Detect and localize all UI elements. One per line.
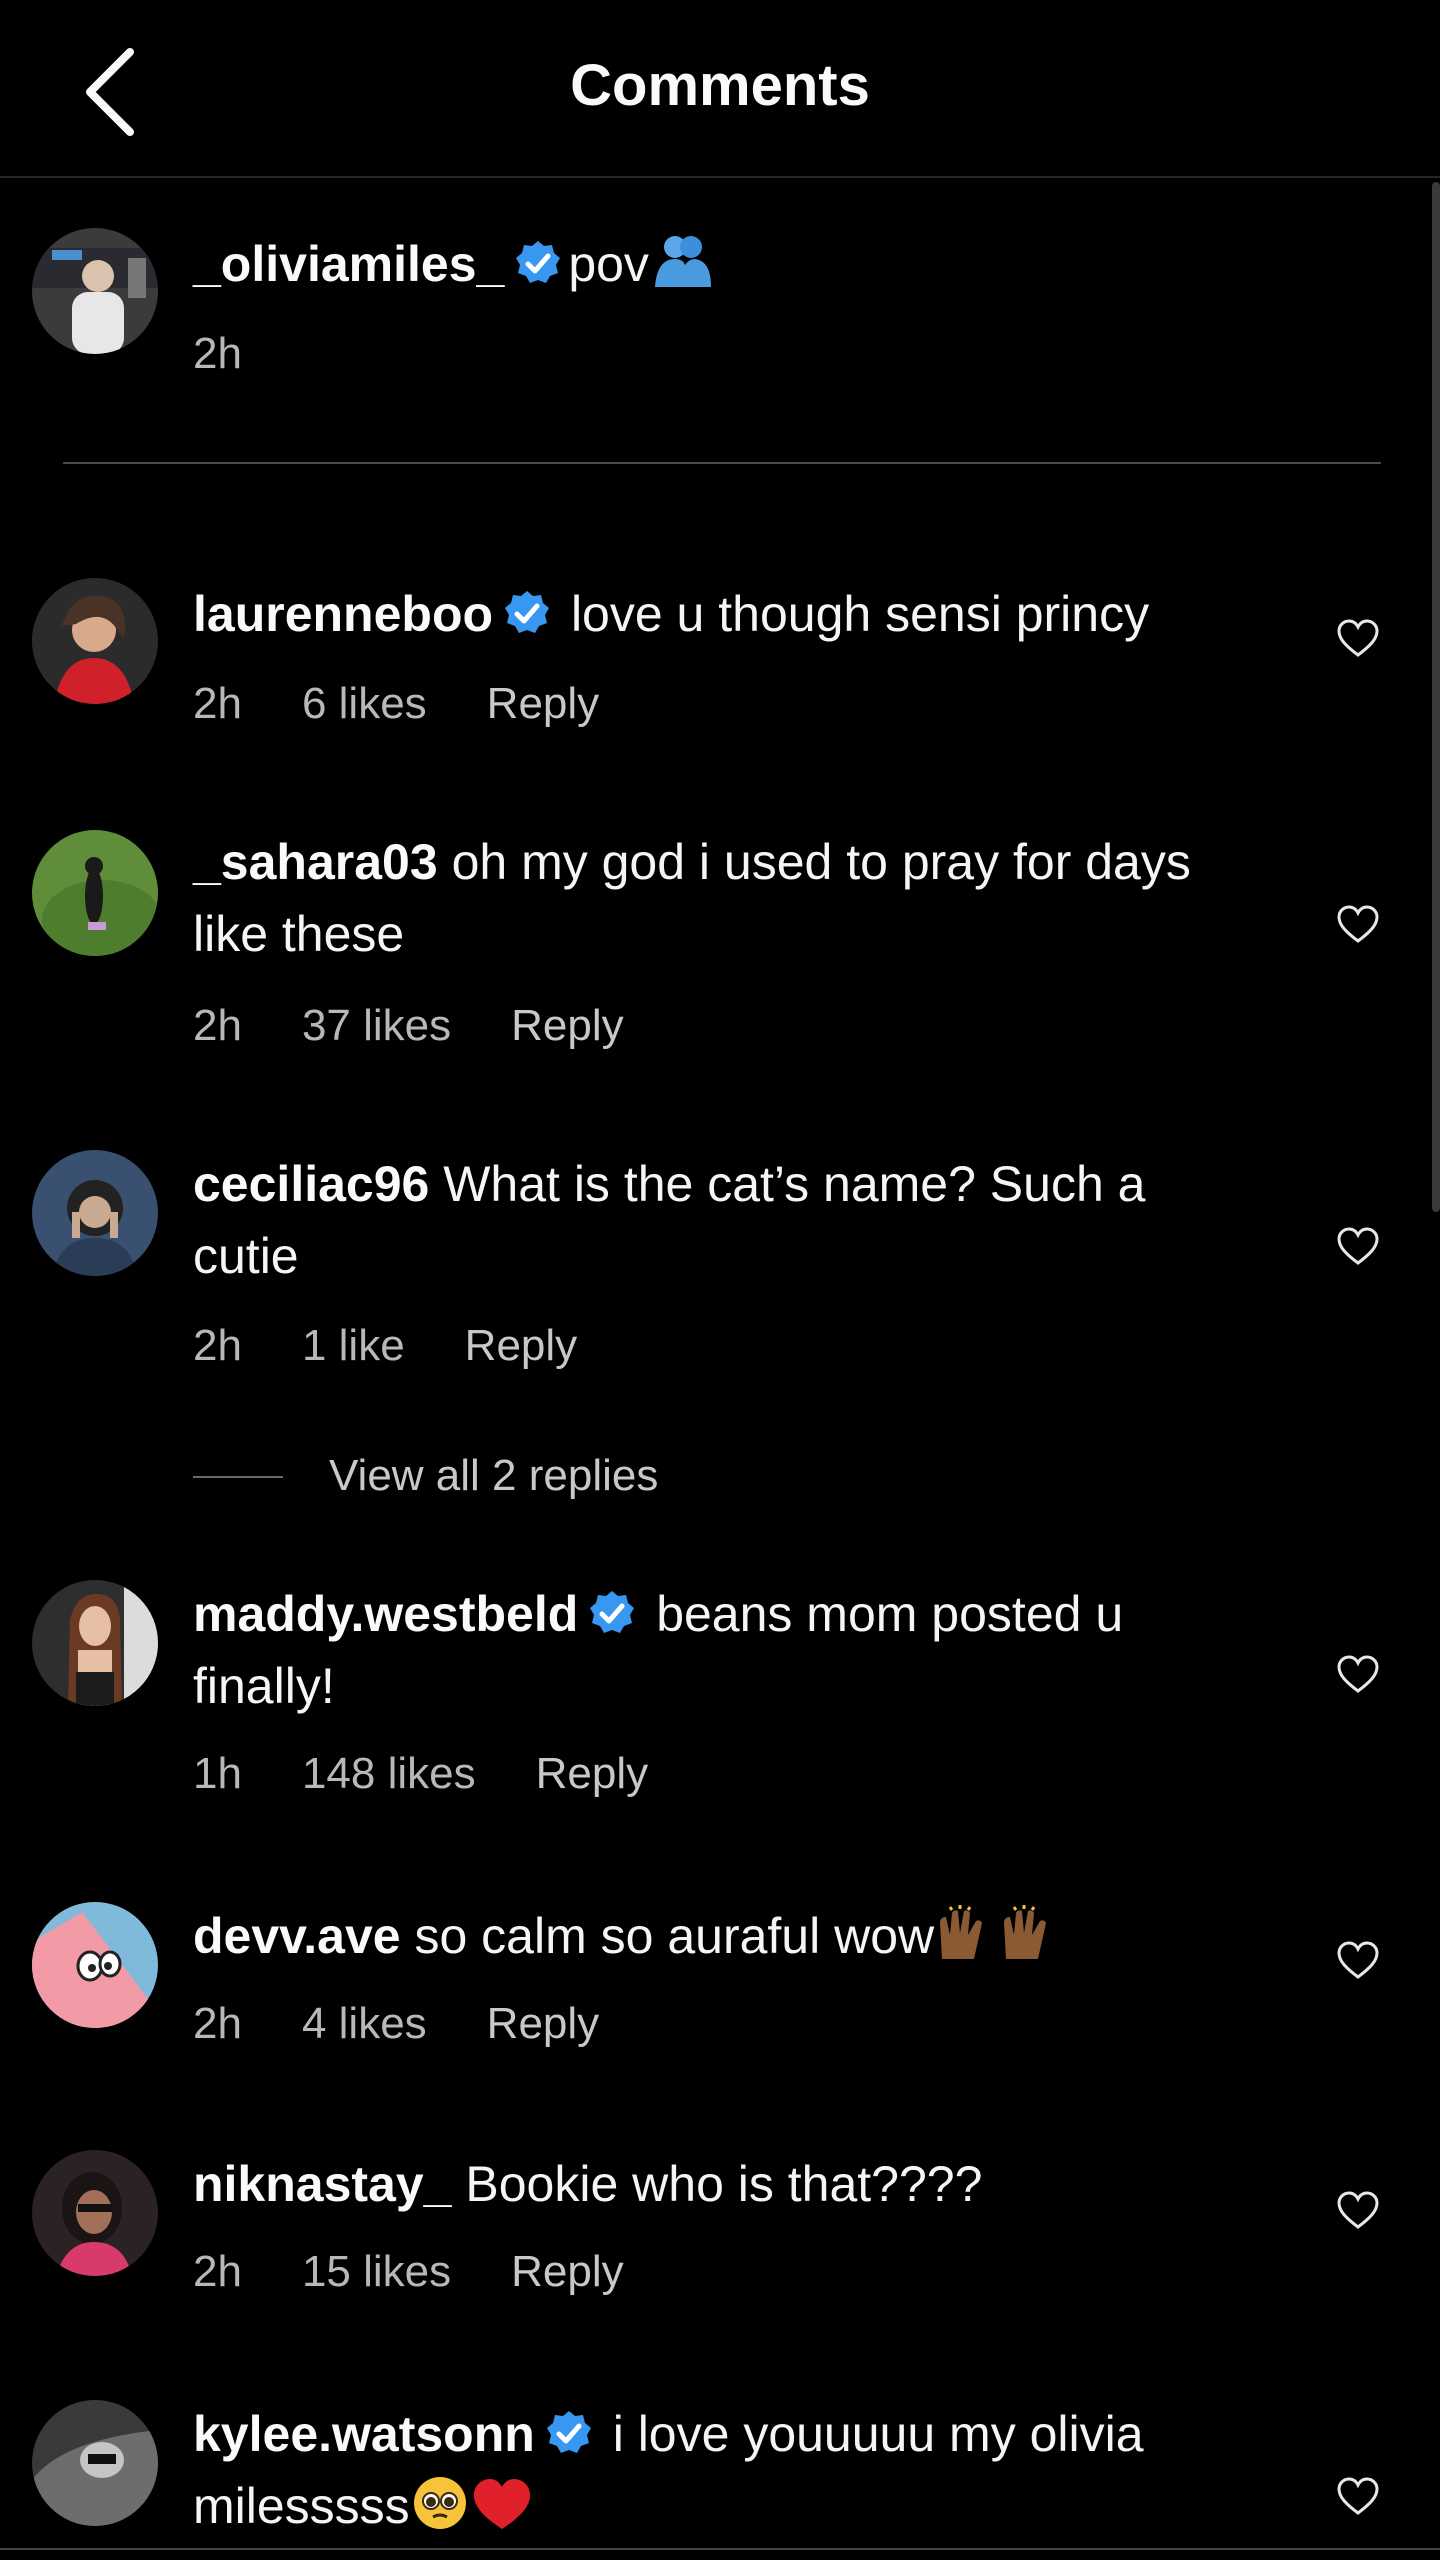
caption-text: _oliviamiles_ pov — [193, 228, 1253, 308]
header-bar: Comments — [0, 0, 1440, 178]
like-count[interactable]: 37 likes — [302, 1001, 451, 1050]
replies-line — [193, 1476, 283, 1478]
avatar[interactable] — [32, 228, 158, 354]
like-button[interactable] — [1336, 1654, 1380, 1694]
comment-text: laurenneboo love u though sensi princy — [193, 578, 1253, 650]
reply-button[interactable]: Reply — [511, 1001, 624, 1050]
reply-button[interactable]: Reply — [511, 2247, 624, 2296]
comment-username[interactable]: devv.ave — [193, 1908, 401, 1964]
avatar[interactable] — [32, 1902, 158, 2028]
heart-icon — [1337, 1941, 1379, 1979]
comment-text: ceciliac96 What is the cat’s name? Such … — [193, 1148, 1253, 1292]
bottom-divider — [0, 2548, 1440, 2550]
comment-time: 2h — [193, 1999, 242, 2048]
reply-button[interactable]: Reply — [487, 679, 600, 728]
comment-meta: 2h 4 likes Reply — [193, 1996, 659, 2052]
comment-text: _sahara03 oh my god i used to pray for d… — [193, 826, 1253, 970]
heart-icon — [1337, 905, 1379, 943]
verified-badge-icon — [503, 589, 551, 637]
like-button[interactable] — [1336, 2476, 1380, 2516]
blue-hug-emoji-icon — [651, 231, 713, 308]
comment-username[interactable]: _sahara03 — [193, 834, 438, 890]
like-button[interactable] — [1336, 2190, 1380, 2230]
like-button[interactable] — [1336, 618, 1380, 658]
heart-icon — [1337, 2477, 1379, 2515]
comment-username[interactable]: maddy.westbeld — [193, 1586, 578, 1642]
like-count[interactable]: 15 likes — [302, 2247, 451, 2296]
comment-time: 1h — [193, 1749, 242, 1798]
raised-hands-emoji-icon — [936, 1905, 1066, 1980]
page-title: Comments — [570, 53, 870, 118]
reply-button[interactable]: Reply — [465, 1321, 578, 1370]
view-replies-label: View all 2 replies — [329, 1451, 659, 1500]
caption-username[interactable]: _oliviamiles_ — [193, 236, 504, 292]
verified-badge-icon — [514, 239, 562, 287]
comment-time: 2h — [193, 1001, 242, 1050]
comment-text: kylee.watsonn i love youuuuu my olivia m… — [193, 2398, 1253, 2550]
like-button[interactable] — [1336, 1226, 1380, 1266]
heart-icon — [1337, 1227, 1379, 1265]
like-count[interactable]: 4 likes — [302, 1999, 427, 2048]
like-count[interactable]: 1 like — [302, 1321, 405, 1370]
comment-time: 2h — [193, 1321, 242, 1370]
comment-body: so calm so auraful wow — [414, 1908, 935, 1964]
like-count[interactable]: 148 likes — [302, 1749, 476, 1798]
heart-icon — [1337, 619, 1379, 657]
comment-text: niknastay_ Bookie who is that???? — [193, 2148, 1253, 2220]
comment-text: maddy.westbeld beans mom posted u finall… — [193, 1578, 1253, 1722]
comment-username[interactable]: niknastay_ — [193, 2156, 451, 2212]
avatar[interactable] — [32, 2400, 158, 2526]
comment-body: Bookie who is that???? — [465, 2156, 983, 2212]
pleading-face-heart-emoji-icon — [412, 2473, 532, 2550]
comment-time: 2h — [193, 679, 242, 728]
reply-button[interactable]: Reply — [487, 1999, 600, 2048]
avatar[interactable] — [32, 1150, 158, 1276]
comment-body: love u though sensi princy — [570, 586, 1150, 642]
heart-icon — [1337, 1655, 1379, 1693]
like-button[interactable] — [1336, 904, 1380, 944]
avatar[interactable] — [32, 830, 158, 956]
comment-meta: 1h 148 likes Reply — [193, 1746, 708, 1802]
avatar[interactable] — [32, 1580, 158, 1706]
reply-button[interactable]: Reply — [536, 1749, 649, 1798]
comment-meta: 2h 6 likes Reply — [193, 676, 659, 732]
heart-icon — [1337, 2191, 1379, 2229]
divider — [63, 462, 1381, 464]
caption-meta: 2h — [193, 326, 302, 382]
comment-text: devv.ave so calm so auraful wow — [193, 1900, 1253, 1980]
comment-username[interactable]: laurenneboo — [193, 586, 493, 642]
comment-username[interactable]: kylee.watsonn — [193, 2406, 535, 2462]
like-count[interactable]: 6 likes — [302, 679, 427, 728]
comment-meta: 2h 1 like Reply — [193, 1318, 637, 1374]
caption-time: 2h — [193, 329, 242, 378]
verified-badge-icon — [545, 2409, 593, 2457]
comment-meta: 2h 15 likes Reply — [193, 2244, 684, 2300]
caption-body: pov — [568, 236, 649, 292]
scrollbar[interactable] — [1432, 182, 1440, 1212]
avatar[interactable] — [32, 578, 158, 704]
comment-meta: 2h 37 likes Reply — [193, 998, 684, 1054]
verified-badge-icon — [588, 1589, 636, 1637]
like-button[interactable] — [1336, 1940, 1380, 1980]
comment-username[interactable]: ceciliac96 — [193, 1156, 429, 1212]
avatar[interactable] — [32, 2150, 158, 2276]
comment-time: 2h — [193, 2247, 242, 2296]
